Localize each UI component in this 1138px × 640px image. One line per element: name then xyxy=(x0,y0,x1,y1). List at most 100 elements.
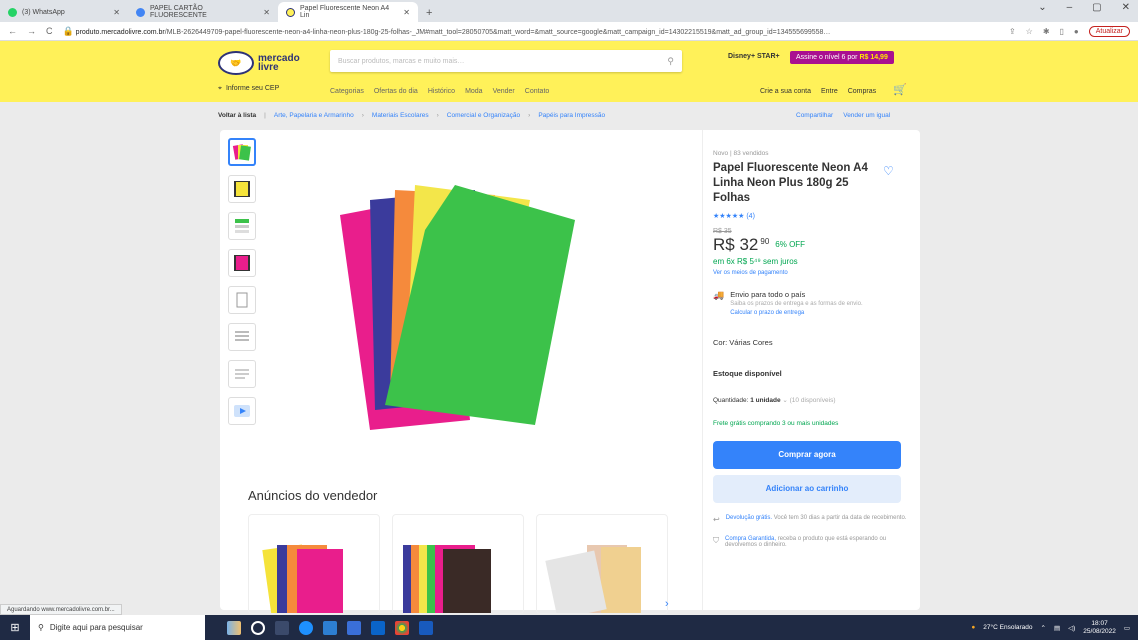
quantity-selector[interactable]: Quantidade: 1 unidade ⌄ (10 disponíveis) xyxy=(713,396,912,404)
return-arrow-icon: ↩ xyxy=(713,514,720,524)
new-tab-button[interactable]: + xyxy=(418,7,440,22)
search-icon: ⚲ xyxy=(38,623,44,632)
store-icon[interactable] xyxy=(347,620,361,635)
nav-historico[interactable]: Histórico xyxy=(428,88,455,95)
thumbnail-7[interactable] xyxy=(228,360,256,388)
thumbnail-1[interactable] xyxy=(228,138,256,166)
product-info-panel: Novo | 83 vendidos Papel Fluorescente Ne… xyxy=(702,130,912,610)
product-main-image[interactable] xyxy=(330,175,580,435)
taskbar-apps xyxy=(227,620,433,635)
update-button[interactable]: Atualizar xyxy=(1088,25,1130,37)
create-account-link[interactable]: Crie a sua conta xyxy=(760,88,811,95)
payment-methods-link[interactable]: Ver os meios de pagamento xyxy=(713,270,912,276)
thumbnail-3[interactable] xyxy=(228,212,256,240)
mail-icon[interactable] xyxy=(371,620,385,635)
notifications-icon[interactable]: ▭ xyxy=(1124,624,1130,632)
sidebar-icon[interactable]: ▯ xyxy=(1060,27,1064,36)
minimize-button[interactable]: – xyxy=(1067,2,1073,13)
login-link[interactable]: Entre xyxy=(821,88,838,95)
profile-icon[interactable]: ● xyxy=(1074,27,1079,36)
chrome-icon[interactable] xyxy=(395,620,409,635)
carousel-next-icon[interactable]: › xyxy=(665,598,669,610)
price-cents: 90 xyxy=(760,236,770,246)
tab-mercadolivre[interactable]: Papel Fluorescente Neon A4 Lin ✕ xyxy=(278,2,418,22)
free-return-link[interactable]: Devolução grátis. xyxy=(726,515,772,521)
google-icon xyxy=(136,7,145,17)
news-widget-icon[interactable] xyxy=(227,620,241,635)
tray-chevron-icon[interactable]: ⌃ xyxy=(1041,624,1046,632)
thumbnail-video[interactable] xyxy=(228,397,256,425)
tab-search-button[interactable]: ⌄ xyxy=(1038,2,1046,13)
purchases-link[interactable]: Compras xyxy=(848,88,876,95)
thumbnail-5[interactable] xyxy=(228,286,256,314)
text-info-thumbnail xyxy=(235,331,249,341)
nav-vender[interactable]: Vender xyxy=(493,88,515,95)
breadcrumb-item[interactable]: Materiais Escolares xyxy=(372,112,429,119)
maximize-button[interactable]: ▢ xyxy=(1092,2,1101,13)
favorite-heart-icon[interactable]: ♡ xyxy=(883,164,894,178)
extensions-icon[interactable]: ✱ xyxy=(1043,27,1050,36)
sell-same-link[interactable]: Vender um igual xyxy=(843,112,890,119)
clock[interactable]: 18:07 25/08/2022 xyxy=(1083,620,1116,636)
taskbar-search-input[interactable]: ⚲ Digite aqui para pesquisar xyxy=(30,615,205,640)
breadcrumb-item[interactable]: Papéis para Impressão xyxy=(538,112,605,119)
close-icon[interactable]: ✕ xyxy=(403,8,410,17)
forward-arrow-icon[interactable]: → xyxy=(27,26,36,36)
tab-google-search[interactable]: PAPEL CARTÃO FLUORESCENTE ✕ xyxy=(128,2,278,22)
back-to-list-link[interactable]: Voltar à lista xyxy=(218,112,256,119)
product-title: Papel Fluorescente Neon A4 Linha Neon Pl… xyxy=(713,162,868,204)
color-selector[interactable]: Cor: Várias Cores xyxy=(713,338,912,347)
network-icon[interactable]: ▤ xyxy=(1054,624,1060,632)
nav-moda[interactable]: Moda xyxy=(465,88,483,95)
breadcrumb-separator: › xyxy=(361,112,364,119)
share-link[interactable]: Compartilhar xyxy=(796,112,833,119)
thumbnail-6[interactable] xyxy=(228,323,256,351)
subscription-promo-banner[interactable]: Assine o nível 6 por R$ 14,99 xyxy=(790,51,894,64)
mercadolivre-logo[interactable]: 🤝 mercado livre xyxy=(218,51,300,75)
volume-icon[interactable]: ◁) xyxy=(1068,624,1075,632)
cortana-icon[interactable] xyxy=(251,620,265,635)
seller-ad-item[interactable] xyxy=(248,514,380,614)
nav-categorias[interactable]: Categorias xyxy=(330,88,364,95)
bookmark-star-icon[interactable]: ☆ xyxy=(1026,27,1033,36)
rating[interactable]: ★★★★★ (4) xyxy=(713,212,912,220)
quantity-available: ⌄ (10 disponíveis) xyxy=(782,396,836,404)
seller-ad-image xyxy=(545,545,641,613)
cart-icon[interactable]: 🛒 xyxy=(893,83,907,96)
share-icon[interactable]: ⇪ xyxy=(1009,27,1016,36)
cep-selector[interactable]: ⌖ Informe seu CEP xyxy=(218,85,279,93)
browser-status-bar: Aguardando www.mercadolivre.com.br... xyxy=(0,604,122,615)
file-explorer-icon[interactable] xyxy=(323,620,337,635)
close-window-button[interactable]: ✕ xyxy=(1122,2,1130,13)
word-icon[interactable] xyxy=(419,620,433,635)
taskbar-search-placeholder: Digite aqui para pesquisar xyxy=(49,623,143,632)
breadcrumb-item[interactable]: Comercial e Organização xyxy=(447,112,520,119)
nav-ofertas[interactable]: Ofertas do dia xyxy=(374,88,418,95)
tab-whatsapp[interactable]: (3) WhatsApp ✕ xyxy=(0,2,128,22)
search-icon[interactable]: ⚲ xyxy=(667,56,674,67)
reload-icon[interactable]: C xyxy=(46,26,53,36)
nav-contato[interactable]: Contato xyxy=(525,88,550,95)
add-to-cart-button[interactable]: Adicionar ao carrinho xyxy=(713,474,901,503)
seller-ad-item[interactable] xyxy=(536,514,668,614)
search-input[interactable]: Buscar produtos, marcas e muito mais… ⚲ xyxy=(330,50,682,72)
close-icon[interactable]: ✕ xyxy=(113,8,120,17)
breadcrumb-item[interactable]: Arte, Papelaria e Armarinho xyxy=(274,112,354,119)
promo-text: Assine o nível 6 por xyxy=(796,54,860,61)
close-icon[interactable]: ✕ xyxy=(263,8,270,17)
thumbnail-4[interactable] xyxy=(228,249,256,277)
calculate-shipping-link[interactable]: Calcular o prazo de entrega xyxy=(730,310,900,316)
seller-ad-item[interactable] xyxy=(392,514,524,614)
edge-icon[interactable] xyxy=(299,620,313,635)
user-nav: Crie a sua conta Entre Compras xyxy=(760,88,876,95)
back-arrow-icon[interactable]: ← xyxy=(8,26,17,36)
buy-now-button[interactable]: Comprar agora xyxy=(713,440,901,469)
task-view-icon[interactable] xyxy=(275,620,289,635)
thumbnail-2[interactable] xyxy=(228,175,256,203)
windows-start-icon[interactable]: ⊞ xyxy=(0,615,30,640)
free-shipping-note: Frete grátis comprando 3 ou mais unidade… xyxy=(713,419,839,427)
disney-star-logo: Disney+ STAR+ xyxy=(728,53,780,60)
url-field[interactable]: 🔒 produto.mercadolivre.com.br/MLB-262644… xyxy=(63,26,999,37)
weather-sun-icon: ● xyxy=(971,624,976,631)
weather-text[interactable]: 27°C Ensolarado xyxy=(983,624,1032,631)
